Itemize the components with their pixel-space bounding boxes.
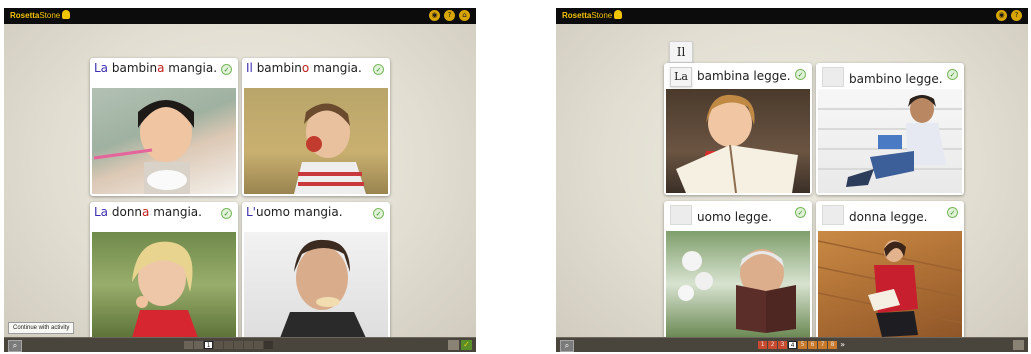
progress-step-current[interactable]: 1	[204, 341, 213, 349]
progress-step[interactable]: 1	[758, 341, 767, 349]
progress-step[interactable]	[264, 341, 273, 349]
help-icon[interactable]: ?	[444, 10, 455, 21]
right-screen: RosettaStone ◉ ? Il La bambina legge. ✓ b…	[556, 8, 1028, 352]
done-check-icon[interactable]: ✓	[461, 340, 472, 350]
progress-step[interactable]: 2	[768, 341, 777, 349]
photo-man-eating	[244, 232, 388, 338]
check-icon: ✓	[947, 69, 958, 80]
progress-step[interactable]	[214, 341, 223, 349]
word-tile-il[interactable]: Il	[669, 41, 693, 63]
progress-step[interactable]: 8	[828, 341, 837, 349]
reading-card-4[interactable]: donna legge. ✓	[816, 201, 964, 339]
next-screen-button[interactable]	[448, 340, 459, 350]
answer-card-4[interactable]: L'uomo mangia. ✓	[242, 202, 390, 340]
progress-step[interactable]: 6	[808, 341, 817, 349]
photo-man-reading	[666, 231, 810, 337]
logo-globe-icon	[62, 10, 71, 19]
left-screen: RosettaStone ◉ ? ⌂ La bambina mangia. ✓ …	[4, 8, 476, 352]
rosetta-stone-logo: RosettaStone	[562, 10, 623, 22]
progress-step-current[interactable]: 4	[788, 341, 797, 349]
progress-step[interactable]: 5	[798, 341, 807, 349]
bottom-bar: ⌕ 1 ✓	[4, 337, 476, 352]
answer-blank[interactable]	[670, 205, 692, 225]
bottom-bar: ⌕ 1 2 3 4 5 6 7 8 »	[556, 337, 1028, 352]
check-icon: ✓	[795, 207, 806, 218]
next-arrow-icon[interactable]: »	[838, 341, 847, 349]
next-screen-button[interactable]	[1013, 340, 1024, 350]
answer-card-3[interactable]: La donna mangia. ✓	[90, 202, 238, 340]
card-caption: La bambina legge.	[670, 67, 791, 87]
check-icon: ✓	[221, 64, 232, 75]
progress-step[interactable]	[234, 341, 243, 349]
reading-card-3[interactable]: uomo legge. ✓	[664, 201, 812, 339]
check-icon: ✓	[795, 69, 806, 80]
logo-globe-icon	[614, 10, 623, 19]
progress-step[interactable]	[184, 341, 193, 349]
progress-steps: 1 2 3 4 5 6 7 8 »	[758, 341, 847, 349]
photo-girl-eating	[92, 88, 236, 194]
answer-blank[interactable]	[822, 67, 844, 87]
card-caption: bambino legge.	[822, 67, 943, 87]
word-tile-la[interactable]: La	[670, 67, 692, 87]
progress-step[interactable]	[194, 341, 203, 349]
answer-card-1[interactable]: La bambina mangia. ✓	[90, 58, 238, 196]
audio-icon[interactable]: ◉	[996, 10, 1007, 21]
reading-card-2[interactable]: bambino legge. ✓	[816, 63, 964, 195]
check-icon: ✓	[373, 64, 384, 75]
check-icon: ✓	[373, 208, 384, 219]
photo-boy-reading	[818, 89, 962, 193]
card-caption: Il bambino mangia.	[246, 61, 362, 75]
help-icon[interactable]: ?	[1011, 10, 1022, 21]
rosetta-stone-logo: RosettaStone	[10, 10, 71, 22]
photo-woman-eating	[92, 232, 236, 338]
progress-step[interactable]	[244, 341, 253, 349]
progress-step[interactable]: 3	[778, 341, 787, 349]
progress-step[interactable]: 7	[818, 341, 827, 349]
photo-boy-eating	[244, 88, 388, 194]
continue-tooltip[interactable]: Continue with activity	[8, 322, 75, 334]
card-caption: La bambina mangia.	[94, 61, 218, 75]
search-icon[interactable]: ⌕	[8, 340, 22, 352]
progress-step[interactable]	[254, 341, 263, 349]
card-caption: donna legge.	[822, 205, 928, 225]
top-bar: RosettaStone ◉ ? ⌂	[4, 8, 476, 24]
answer-card-2[interactable]: Il bambino mangia. ✓	[242, 58, 390, 196]
card-caption: L'uomo mangia.	[246, 205, 343, 219]
search-icon[interactable]: ⌕	[560, 340, 574, 352]
card-caption: La donna mangia.	[94, 205, 202, 219]
progress-step[interactable]	[224, 341, 233, 349]
check-icon: ✓	[221, 208, 232, 219]
top-bar: RosettaStone ◉ ?	[556, 8, 1028, 24]
card-caption: uomo legge.	[670, 205, 772, 225]
audio-icon[interactable]: ◉	[429, 10, 440, 21]
check-icon: ✓	[947, 207, 958, 218]
reading-card-1[interactable]: La bambina legge. ✓	[664, 63, 812, 195]
answer-blank[interactable]	[822, 205, 844, 225]
photo-girl-reading	[666, 89, 810, 193]
photo-woman-reading	[818, 231, 962, 337]
progress-steps: 1	[184, 341, 273, 349]
home-icon[interactable]: ⌂	[459, 10, 470, 21]
